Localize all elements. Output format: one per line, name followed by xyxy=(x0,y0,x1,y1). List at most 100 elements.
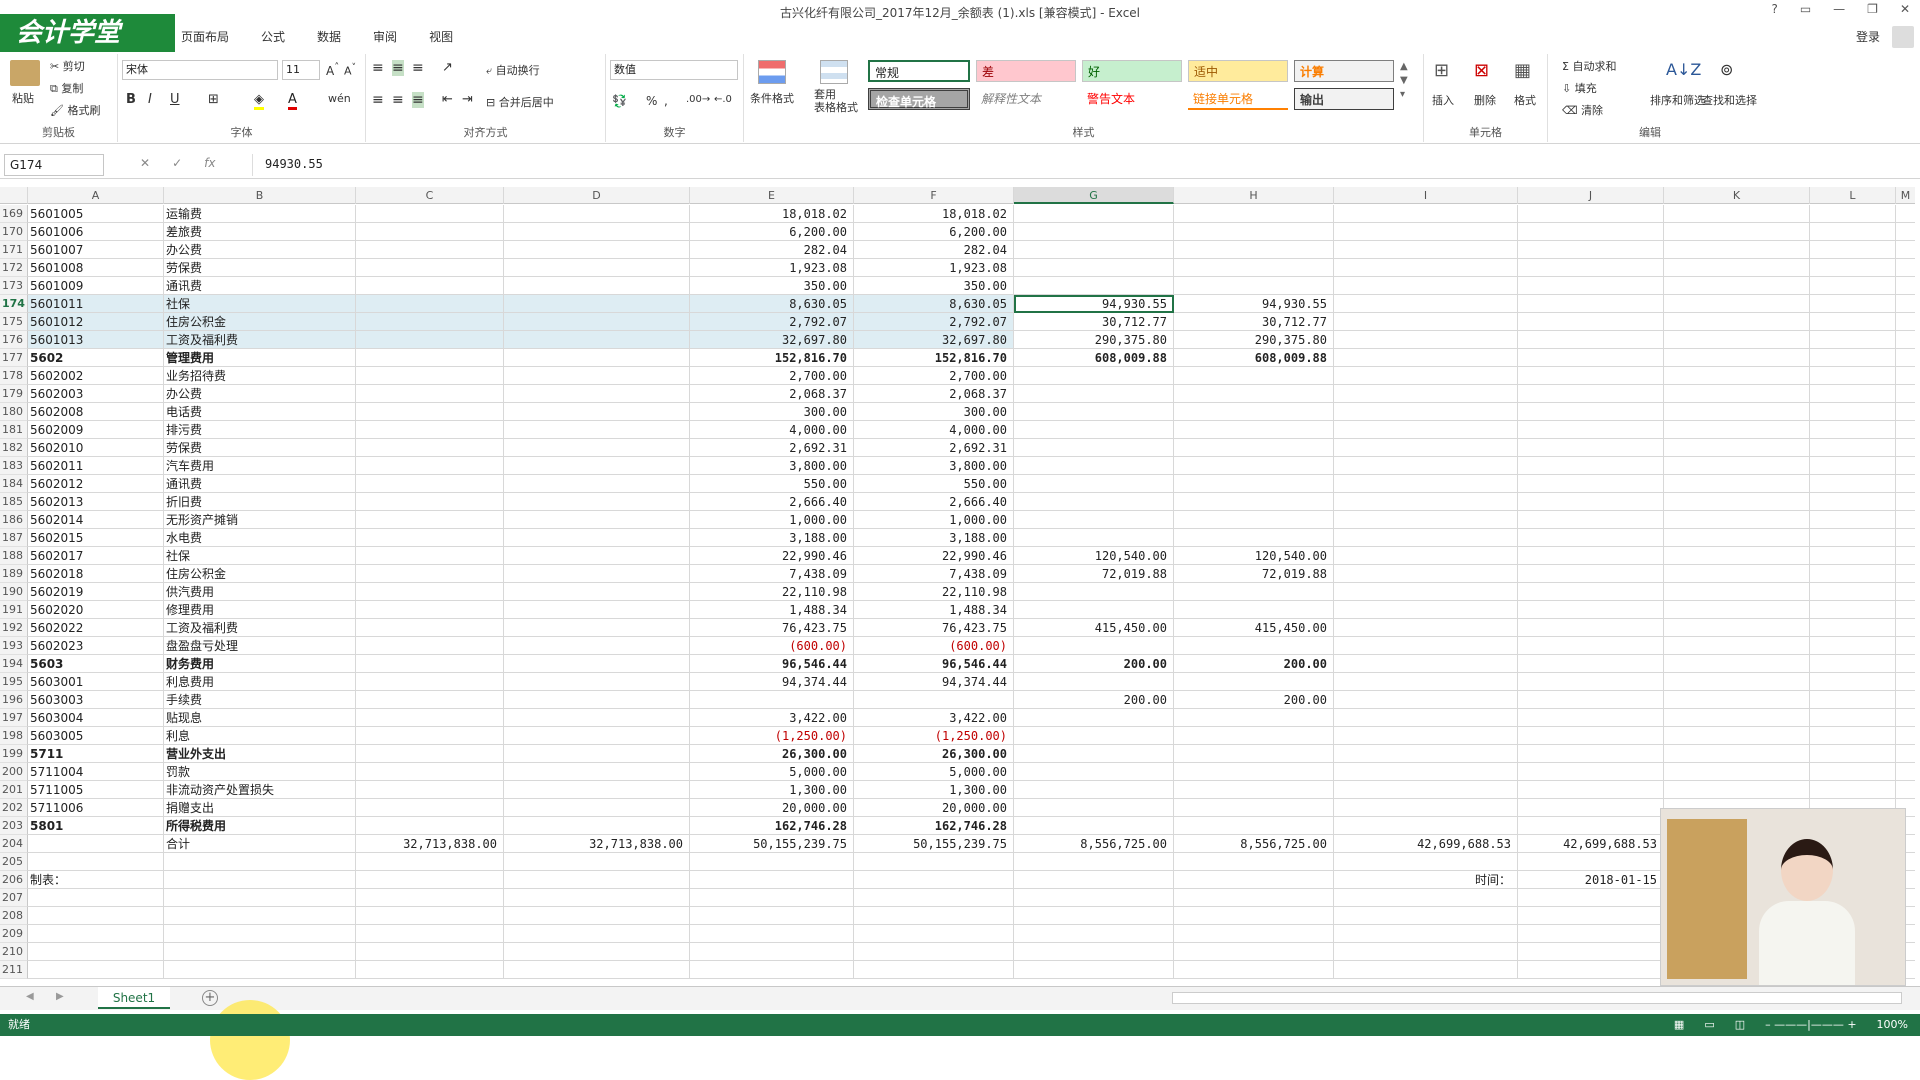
cell-h184[interactable] xyxy=(1174,475,1334,493)
cell-f203[interactable]: 162,746.28 xyxy=(854,817,1014,835)
cell-d182[interactable] xyxy=(504,439,690,457)
cell-e171[interactable]: 282.04 xyxy=(690,241,854,259)
cell-d169[interactable] xyxy=(504,205,690,223)
cell-e176[interactable]: 32,697.80 xyxy=(690,331,854,349)
cell-d202[interactable] xyxy=(504,799,690,817)
bold-button[interactable]: B xyxy=(126,92,136,107)
table-format-button[interactable]: 套用 表格格式 xyxy=(814,88,858,114)
cell-i184[interactable] xyxy=(1334,475,1518,493)
cell-l193[interactable] xyxy=(1810,637,1896,655)
cell-i176[interactable] xyxy=(1334,331,1518,349)
cell-h192[interactable]: 415,450.00 xyxy=(1174,619,1334,637)
sort-filter-button[interactable]: 排序和筛选 xyxy=(1650,92,1705,108)
cell-g202[interactable] xyxy=(1014,799,1174,817)
cell-e208[interactable] xyxy=(690,907,854,925)
cell-g191[interactable] xyxy=(1014,601,1174,619)
cell-c178[interactable] xyxy=(356,367,504,385)
row-header[interactable]: 205 xyxy=(0,853,28,871)
cell-j197[interactable] xyxy=(1518,709,1664,727)
cell-f210[interactable] xyxy=(854,943,1014,961)
paste-button[interactable]: 粘贴 xyxy=(12,90,34,106)
cell-c202[interactable] xyxy=(356,799,504,817)
cell-g187[interactable] xyxy=(1014,529,1174,547)
cell-e169[interactable]: 18,018.02 xyxy=(690,205,854,223)
style-output[interactable]: 输出 xyxy=(1294,88,1394,110)
cell-c170[interactable] xyxy=(356,223,504,241)
cell-k169[interactable] xyxy=(1664,205,1810,223)
cell-d193[interactable] xyxy=(504,637,690,655)
cell-e188[interactable]: 22,990.46 xyxy=(690,547,854,565)
cell-h205[interactable] xyxy=(1174,853,1334,871)
cell-j187[interactable] xyxy=(1518,529,1664,547)
cell-b173[interactable]: 通讯费 xyxy=(164,277,356,295)
row-header[interactable]: 181 xyxy=(0,421,28,439)
cell-f172[interactable]: 1,923.08 xyxy=(854,259,1014,277)
cell-f175[interactable]: 2,792.07 xyxy=(854,313,1014,331)
cell-k195[interactable] xyxy=(1664,673,1810,691)
cell-l175[interactable] xyxy=(1810,313,1896,331)
cell-m176[interactable] xyxy=(1896,331,1915,349)
cell-g198[interactable] xyxy=(1014,727,1174,745)
cell-c189[interactable] xyxy=(356,565,504,583)
cell-m199[interactable] xyxy=(1896,745,1915,763)
row-header[interactable]: 169 xyxy=(0,205,28,223)
cell-h176[interactable]: 290,375.80 xyxy=(1174,331,1334,349)
cell-j176[interactable] xyxy=(1518,331,1664,349)
cell-l187[interactable] xyxy=(1810,529,1896,547)
row-header[interactable]: 175 xyxy=(0,313,28,331)
cell-m170[interactable] xyxy=(1896,223,1915,241)
cell-i182[interactable] xyxy=(1334,439,1518,457)
cell-k188[interactable] xyxy=(1664,547,1810,565)
cell-d181[interactable] xyxy=(504,421,690,439)
cell-k184[interactable] xyxy=(1664,475,1810,493)
cell-l172[interactable] xyxy=(1810,259,1896,277)
cell-c211[interactable] xyxy=(356,961,504,979)
cell-m185[interactable] xyxy=(1896,493,1915,511)
cell-d196[interactable] xyxy=(504,691,690,709)
align-bottom-icon[interactable]: ≡ xyxy=(412,60,424,76)
cell-b208[interactable] xyxy=(164,907,356,925)
cell-h195[interactable] xyxy=(1174,673,1334,691)
cell-d200[interactable] xyxy=(504,763,690,781)
cell-j179[interactable] xyxy=(1518,385,1664,403)
cell-f204[interactable]: 50,155,239.75 xyxy=(854,835,1014,853)
cell-d176[interactable] xyxy=(504,331,690,349)
cell-g170[interactable] xyxy=(1014,223,1174,241)
row-header[interactable]: 204 xyxy=(0,835,28,853)
cell-l170[interactable] xyxy=(1810,223,1896,241)
cell-e177[interactable]: 152,816.70 xyxy=(690,349,854,367)
cell-d174[interactable] xyxy=(504,295,690,313)
cell-i189[interactable] xyxy=(1334,565,1518,583)
row-header[interactable]: 177 xyxy=(0,349,28,367)
cell-m192[interactable] xyxy=(1896,619,1915,637)
cell-b203[interactable]: 所得税费用 xyxy=(164,817,356,835)
column-header-k[interactable]: K xyxy=(1664,187,1810,204)
cell-a176[interactable]: 5601013 xyxy=(28,331,164,349)
cell-c179[interactable] xyxy=(356,385,504,403)
cell-b180[interactable]: 电话费 xyxy=(164,403,356,421)
row-header[interactable]: 178 xyxy=(0,367,28,385)
cell-d198[interactable] xyxy=(504,727,690,745)
worksheet-grid[interactable]: ABCDEFGHIJKLM 169 5601005 运输费 18,018.02 18,0… xyxy=(0,187,1915,986)
cell-f191[interactable]: 1,488.34 xyxy=(854,601,1014,619)
cell-f183[interactable]: 3,800.00 xyxy=(854,457,1014,475)
cell-g206[interactable] xyxy=(1014,871,1174,889)
cell-f209[interactable] xyxy=(854,925,1014,943)
cell-a196[interactable]: 5603003 xyxy=(28,691,164,709)
cell-c193[interactable] xyxy=(356,637,504,655)
cell-d179[interactable] xyxy=(504,385,690,403)
cell-i199[interactable] xyxy=(1334,745,1518,763)
cell-d177[interactable] xyxy=(504,349,690,367)
cell-k199[interactable] xyxy=(1664,745,1810,763)
cell-m190[interactable] xyxy=(1896,583,1915,601)
cell-m172[interactable] xyxy=(1896,259,1915,277)
cell-a199[interactable]: 5711 xyxy=(28,745,164,763)
cell-j201[interactable] xyxy=(1518,781,1664,799)
avatar[interactable] xyxy=(1892,26,1914,48)
cell-a207[interactable] xyxy=(28,889,164,907)
cell-e193[interactable]: (600.00) xyxy=(690,637,854,655)
cell-l200[interactable] xyxy=(1810,763,1896,781)
cell-d190[interactable] xyxy=(504,583,690,601)
row-header[interactable]: 192 xyxy=(0,619,28,637)
cell-i194[interactable] xyxy=(1334,655,1518,673)
